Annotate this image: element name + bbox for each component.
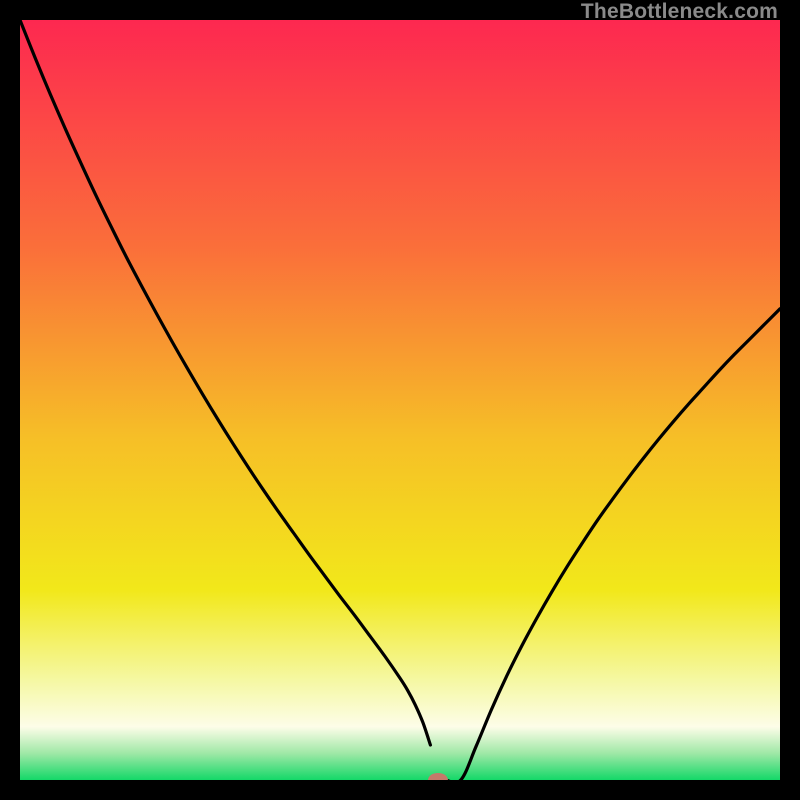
gradient-background xyxy=(20,20,780,780)
chart-container: { "watermark": "TheBottleneck.com", "cha… xyxy=(0,0,800,800)
plot-svg xyxy=(20,20,780,780)
plot-area xyxy=(20,20,780,780)
